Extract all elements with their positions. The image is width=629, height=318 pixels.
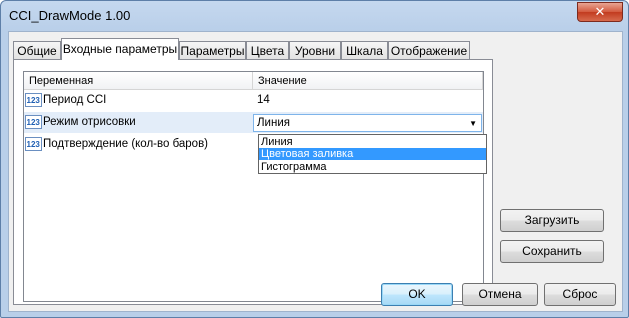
numeric-123-icon: 123 — [25, 93, 42, 107]
svg-text:123: 123 — [27, 140, 41, 149]
select-value: Линия — [257, 117, 290, 129]
svg-text:123: 123 — [27, 96, 41, 105]
column-header-variable[interactable]: Переменная — [24, 72, 253, 90]
reset-button[interactable]: Сброс — [544, 283, 616, 306]
title-bar[interactable]: CCI_DrawMode 1.00 ✕ — [1, 1, 628, 31]
tab-levels[interactable]: Уровни — [289, 41, 341, 59]
param-name: Режим отрисовки — [43, 116, 136, 128]
numeric-123-icon: 123 — [25, 137, 42, 151]
save-button[interactable]: Сохранить — [500, 240, 604, 263]
parameters-grid: Переменная Значение 123 Период CCI 14 12… — [23, 71, 484, 302]
tab-parameters[interactable]: Параметры — [179, 41, 246, 59]
draw-mode-select[interactable]: Линия ▼ — [253, 114, 482, 132]
draw-mode-dropdown-list: Линия Цветовая заливка Гистограмма — [258, 134, 487, 174]
tab-display[interactable]: Отображение — [388, 41, 470, 59]
tab-panel: Переменная Значение 123 Период CCI 14 12… — [13, 59, 493, 305]
tab-scale[interactable]: Шкала — [341, 41, 388, 59]
param-name: Подтверждение (кол-во баров) — [43, 138, 209, 150]
ok-button[interactable]: OK — [381, 283, 453, 306]
close-button[interactable]: ✕ — [577, 2, 623, 22]
param-value[interactable]: 14 — [257, 94, 270, 106]
dropdown-option-line[interactable]: Линия — [259, 136, 486, 148]
dropdown-option-color-fill[interactable]: Цветовая заливка — [259, 148, 486, 160]
table-row[interactable]: 123 Период CCI 14 — [24, 90, 483, 111]
window-title: CCI_DrawMode 1.00 — [9, 8, 131, 23]
numeric-123-icon: 123 — [25, 115, 42, 129]
column-header-value[interactable]: Значение — [253, 72, 483, 90]
svg-text:123: 123 — [27, 118, 41, 127]
tab-colors[interactable]: Цвета — [246, 41, 289, 59]
param-name: Период CCI — [43, 94, 107, 106]
table-row-selected[interactable]: 123 Режим отрисовки Линия ▼ — [24, 112, 483, 133]
load-button[interactable]: Загрузить — [500, 209, 604, 232]
tab-input-parameters[interactable]: Входные параметры — [61, 38, 179, 60]
cancel-button[interactable]: Отмена — [462, 283, 538, 306]
close-icon: ✕ — [594, 4, 606, 19]
tab-general[interactable]: Общие — [13, 41, 61, 59]
dropdown-option-histogram[interactable]: Гистограмма — [259, 161, 486, 173]
chevron-down-icon[interactable]: ▼ — [469, 119, 477, 128]
